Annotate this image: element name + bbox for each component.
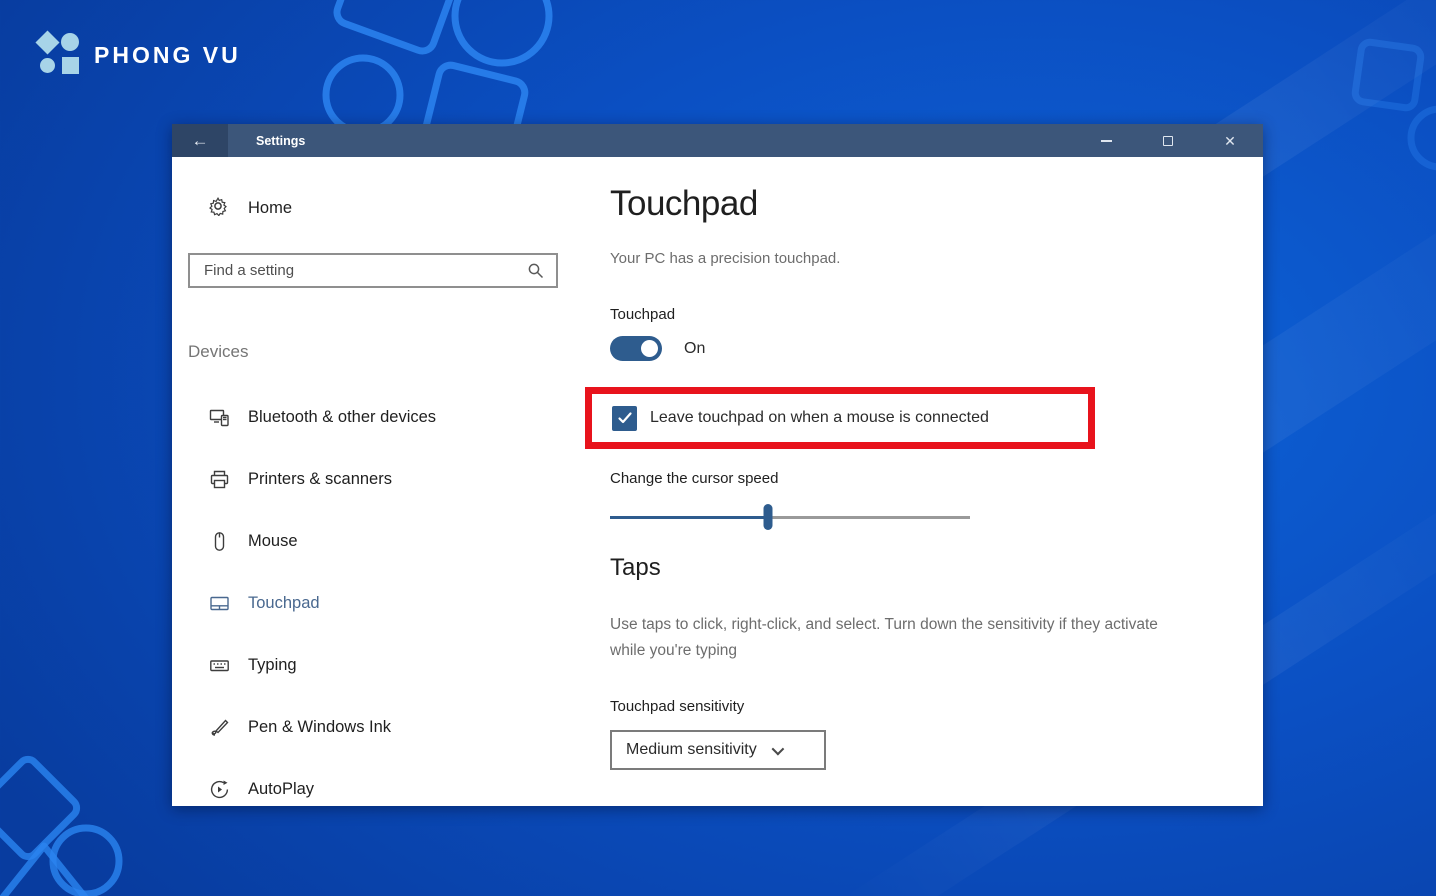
slider-thumb[interactable] <box>764 504 773 530</box>
sidebar-section-devices: Devices <box>188 342 248 362</box>
sidebar-item-pen[interactable]: Pen & Windows Ink <box>172 696 592 758</box>
touchpad-sensitivity-label: Touchpad sensitivity <box>610 698 744 715</box>
sidebar-item-printers[interactable]: Printers & scanners <box>172 448 592 510</box>
taps-heading: Taps <box>610 554 661 582</box>
cursor-speed-slider[interactable] <box>610 504 970 530</box>
phongvu-logo-text: PHONG VU <box>94 42 241 69</box>
sidebar-item-touchpad[interactable]: Touchpad <box>172 572 592 634</box>
checkbox-label: Leave touchpad on when a mouse is connec… <box>650 409 989 427</box>
page-subtitle: Your PC has a precision touchpad. <box>610 250 840 267</box>
pen-icon <box>208 717 230 738</box>
sidebar-nav: Bluetooth & other devices Printers & sca… <box>172 386 592 820</box>
window-title: Settings <box>256 134 305 148</box>
settings-window: ← Settings ✕ Home Devices <box>172 124 1263 806</box>
checkmark-icon <box>617 410 633 426</box>
back-button[interactable]: ← <box>172 124 228 157</box>
cursor-speed-label: Change the cursor speed <box>610 470 778 487</box>
sidebar-item-typing[interactable]: Typing <box>172 634 592 696</box>
bluetooth-devices-icon <box>208 407 230 428</box>
sidebar-item-mouse[interactable]: Mouse <box>172 510 592 572</box>
search-icon[interactable] <box>527 262 556 279</box>
search-box <box>188 253 558 288</box>
cursor-speed-fill <box>610 516 768 519</box>
phongvu-logo: PHONG VU <box>36 32 241 78</box>
page-title: Touchpad <box>610 184 758 224</box>
back-arrow-icon: ← <box>192 131 209 151</box>
touchpad-toggle-label: Touchpad <box>610 306 675 323</box>
red-highlight-box: Leave touchpad on when a mouse is connec… <box>585 387 1095 449</box>
touchpad-icon <box>208 593 230 614</box>
toggle-state-label: On <box>684 340 705 358</box>
autoplay-icon <box>208 779 230 800</box>
sidebar-home-label: Home <box>248 199 292 218</box>
gear-icon <box>208 196 228 221</box>
main-content: Touchpad Your PC has a precision touchpa… <box>610 124 1250 806</box>
leave-touchpad-on-checkbox[interactable] <box>612 406 637 431</box>
touchpad-toggle[interactable] <box>610 336 662 361</box>
sidebar-item-home[interactable]: Home <box>208 196 292 221</box>
keyboard-icon <box>208 655 230 676</box>
search-input[interactable] <box>190 262 527 279</box>
sensitivity-dropdown-value: Medium sensitivity <box>626 741 757 759</box>
sensitivity-dropdown[interactable]: Medium sensitivity <box>610 730 826 770</box>
chevron-down-icon <box>771 742 784 755</box>
sidebar-item-autoplay[interactable]: AutoPlay <box>172 758 592 820</box>
printer-icon <box>208 469 230 490</box>
phongvu-logo-icon <box>36 32 82 78</box>
toggle-knob <box>641 340 658 357</box>
sidebar-item-bluetooth[interactable]: Bluetooth & other devices <box>172 386 592 448</box>
mouse-icon <box>208 531 230 552</box>
taps-description: Use taps to click, right-click, and sele… <box>610 612 1195 664</box>
